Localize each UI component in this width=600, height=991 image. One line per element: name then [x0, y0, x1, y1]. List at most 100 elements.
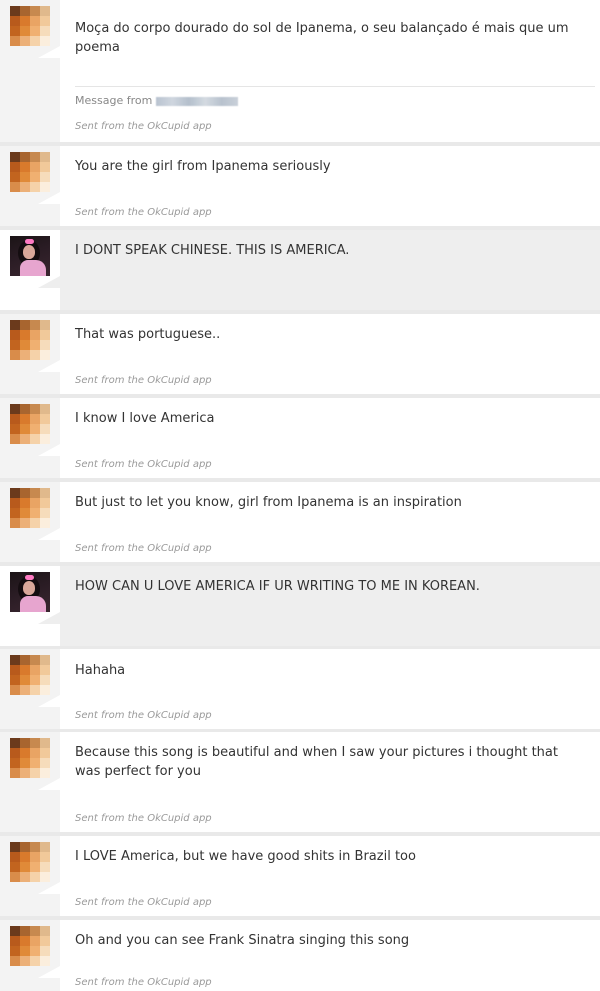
- avatar-pixel: [20, 758, 30, 768]
- avatar-pixel: [30, 162, 40, 172]
- avatar-pixel: [40, 172, 50, 182]
- avatar-pixel: [30, 748, 40, 758]
- avatar-pixel: [30, 655, 40, 665]
- bubble-tail: [38, 360, 60, 372]
- avatar-pixel: [30, 768, 40, 778]
- avatar-pixel: [10, 748, 20, 758]
- avatar[interactable]: [10, 842, 50, 882]
- avatar-pixel: [30, 685, 40, 695]
- message-text: Moça do corpo dourado do sol de Ipanema,…: [75, 21, 569, 55]
- avatar-pixel: [10, 738, 20, 748]
- redacted-username: [156, 96, 239, 106]
- avatar-pixel: [20, 518, 30, 528]
- message-bubble: But just to let you know, girl from Ipan…: [38, 482, 600, 562]
- message-item: I DONT SPEAK CHINESE. THIS IS AMERICA.: [0, 230, 600, 310]
- avatar-pixel: [40, 152, 50, 162]
- message-item: HOW CAN U LOVE AMERICA IF UR WRITING TO …: [0, 566, 600, 646]
- message-bubble: I DONT SPEAK CHINESE. THIS IS AMERICA.: [38, 230, 600, 310]
- avatar-pixel: [40, 655, 50, 665]
- avatar-pixel: [40, 330, 50, 340]
- avatar-pixel: [20, 414, 30, 424]
- message-text: I DONT SPEAK CHINESE. THIS IS AMERICA.: [75, 243, 350, 258]
- message-bubble: That was portuguese.. Sent from the OkCu…: [38, 314, 600, 394]
- avatar-pixel: [30, 172, 40, 182]
- avatar-pixel: [10, 758, 20, 768]
- avatar-pixel: [20, 404, 30, 414]
- avatar-pixel: [20, 36, 30, 46]
- avatar-pixel: [10, 414, 20, 424]
- avatar-pixel: [20, 162, 30, 172]
- bubble-tail: [38, 695, 60, 707]
- avatar[interactable]: [10, 572, 50, 612]
- avatar-pixel: [30, 862, 40, 872]
- avatar-pixel: [40, 6, 50, 16]
- message-text: You are the girl from Ipanema seriously: [75, 159, 331, 174]
- message-item: That was portuguese.. Sent from the OkCu…: [0, 314, 600, 394]
- avatar-pixel: [40, 946, 50, 956]
- avatar-pixel: [40, 675, 50, 685]
- avatar-pixel: [40, 424, 50, 434]
- message-bubble: HOW CAN U LOVE AMERICA IF UR WRITING TO …: [38, 566, 600, 646]
- avatar-pixel: [10, 16, 20, 26]
- avatar-pixel: [40, 768, 50, 778]
- avatar-pixel: [20, 350, 30, 360]
- avatar-pixel: [30, 6, 40, 16]
- avatar-pixel: [20, 675, 30, 685]
- avatar-pixel: [30, 738, 40, 748]
- avatar[interactable]: [10, 655, 50, 695]
- avatar-pixel: [10, 320, 20, 330]
- avatar-pixel: [40, 862, 50, 872]
- avatar[interactable]: [10, 6, 50, 46]
- avatar-pixel: [40, 488, 50, 498]
- avatar-pixel: [40, 414, 50, 424]
- avatar-pixel: [10, 152, 20, 162]
- avatar-pixel: [40, 936, 50, 946]
- avatar-pixel: [20, 6, 30, 16]
- avatar-pixel: [10, 665, 20, 675]
- bubble-tail: [38, 192, 60, 204]
- avatar[interactable]: [10, 236, 50, 276]
- avatar-pixel: [40, 404, 50, 414]
- avatar-pixel: [40, 320, 50, 330]
- avatar-pixel: [10, 675, 20, 685]
- avatar-pixel: [40, 350, 50, 360]
- avatar-pixel: [30, 16, 40, 26]
- avatar-pixel: [10, 926, 20, 936]
- avatar[interactable]: [10, 488, 50, 528]
- avatar-pixel: [20, 488, 30, 498]
- avatar-pixel: [40, 162, 50, 172]
- avatar-pixel: [10, 498, 20, 508]
- message-text: Because this song is beautiful and when …: [75, 745, 558, 779]
- avatar-pixel: [30, 498, 40, 508]
- message-item: Oh and you can see Frank Sinatra singing…: [0, 920, 600, 991]
- avatar[interactable]: [10, 926, 50, 966]
- message-bubble: You are the girl from Ipanema seriously …: [38, 146, 600, 226]
- avatar-pixel: [30, 946, 40, 956]
- avatar-pixel: [10, 330, 20, 340]
- avatar[interactable]: [10, 152, 50, 192]
- avatar-pixel: [40, 508, 50, 518]
- avatar-pixel: [20, 182, 30, 192]
- avatar-pixel: [10, 946, 20, 956]
- avatar-pixel: [10, 685, 20, 695]
- message-bubble: Because this song is beautiful and when …: [38, 732, 600, 832]
- avatar-pixel: [30, 852, 40, 862]
- message-bubble: Moça do corpo dourado do sol de Ipanema,…: [38, 0, 600, 142]
- avatar-pixel: [40, 498, 50, 508]
- avatar[interactable]: [10, 404, 50, 444]
- avatar-pixel: [20, 26, 30, 36]
- avatar-pixel: [10, 768, 20, 778]
- avatar-pixel: [30, 350, 40, 360]
- message-text: That was portuguese..: [75, 327, 221, 342]
- avatar[interactable]: [10, 738, 50, 778]
- avatar-pixel: [10, 182, 20, 192]
- sent-from-app: Sent from the OkCupid app: [75, 375, 212, 386]
- avatar-pixel: [30, 842, 40, 852]
- message-item: I LOVE America, but we have good shits i…: [0, 836, 600, 916]
- sent-from-app: Sent from the OkCupid app: [75, 977, 212, 988]
- avatar-pixel: [30, 424, 40, 434]
- avatar-pixel: [30, 956, 40, 966]
- avatar[interactable]: [10, 320, 50, 360]
- avatar-pixel: [30, 665, 40, 675]
- bubble-tail: [38, 444, 60, 456]
